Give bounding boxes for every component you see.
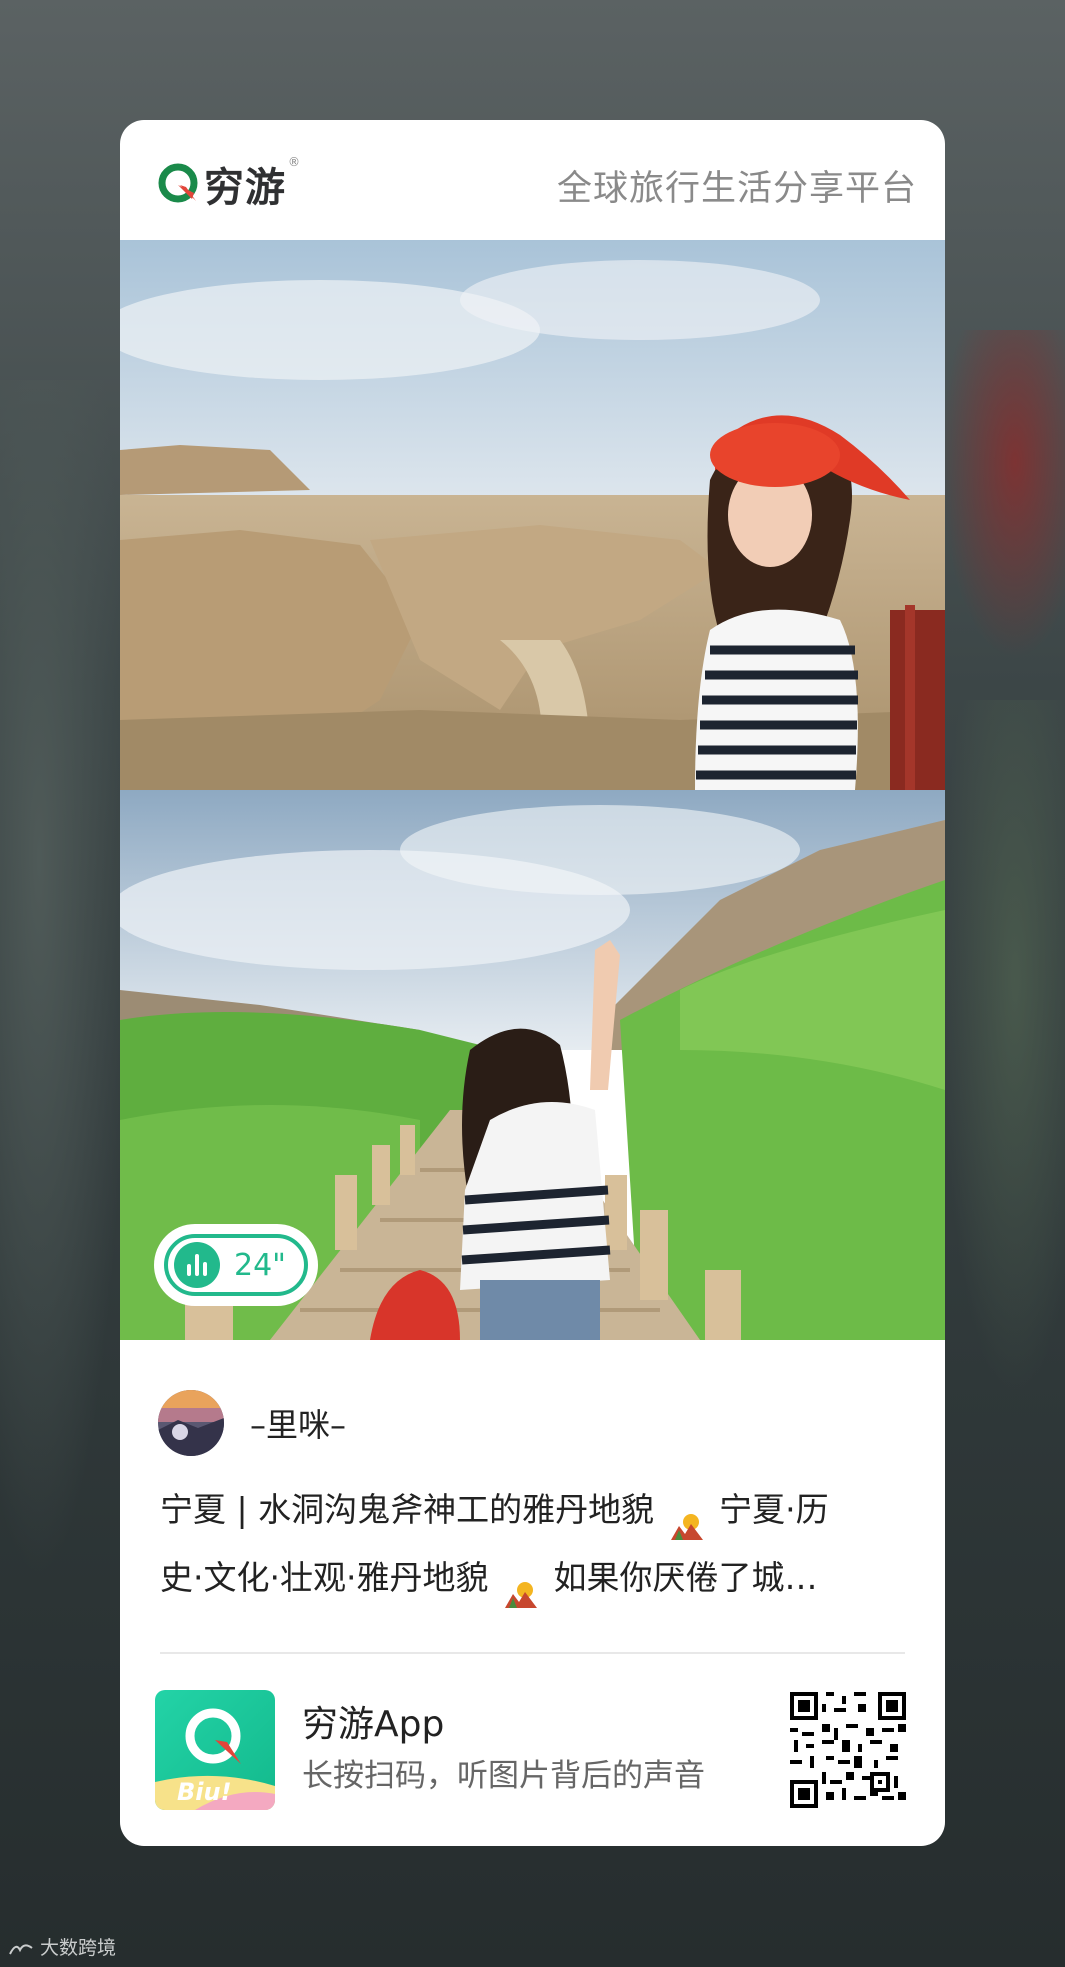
brand-slogan: 全球旅行生活分享平台 xyxy=(556,169,917,209)
description-text-2-tail: 如果你厌倦了城… xyxy=(542,1558,818,1597)
app-icon-label: Biu! xyxy=(177,1778,232,1806)
description-text-2: 史·文化·壮观·雅丹地貌 xyxy=(160,1558,499,1597)
background-blur-right-lower xyxy=(940,700,1065,1400)
share-card: 穷游 ® 全球旅行生活分享平台 24" –里咪– 宁夏 | 水洞沟鬼斧神工的雅丹… xyxy=(120,120,945,1846)
watermark-logo-icon xyxy=(8,1939,34,1955)
sound-wave-icon xyxy=(174,1242,220,1288)
brand-logo: 穷游 ® xyxy=(158,155,300,213)
description-text-1-tail: 宁夏·历 xyxy=(708,1490,829,1529)
app-icon[interactable]: Biu! xyxy=(155,1690,275,1810)
registered-mark: ® xyxy=(288,155,300,169)
app-title: 穷游App xyxy=(302,1704,445,1745)
audio-duration: 24" xyxy=(234,1247,286,1283)
card-header: 穷游 ® 全球旅行生活分享平台 xyxy=(120,120,945,240)
desert-icon xyxy=(503,1565,539,1608)
watermark: 大数跨境 xyxy=(8,1933,116,1960)
background-blur-right xyxy=(940,330,1065,660)
brand-name: 穷游 xyxy=(204,165,286,211)
watermark-text: 大数跨境 xyxy=(40,1937,117,1959)
description-line-2: 史·文化·壮观·雅丹地貌 如果你厌倦了城… xyxy=(160,1544,910,1612)
background-blur-left xyxy=(0,380,130,1580)
avatar[interactable] xyxy=(158,1390,224,1456)
author-name[interactable]: –里咪– xyxy=(250,1400,346,1446)
audio-badge-inner: 24" xyxy=(164,1234,308,1296)
app-subtitle: 长按扫码，听图片背后的声音 xyxy=(302,1758,705,1794)
post-description[interactable]: 宁夏 | 水洞沟鬼斧神工的雅丹地貌 宁夏·历 史·文化·壮观·雅丹地貌 如果你厌… xyxy=(160,1476,910,1612)
qr-code[interactable] xyxy=(790,1692,906,1808)
travel-photo-canyon xyxy=(120,240,945,790)
qyer-logo-icon xyxy=(158,163,200,205)
desert-icon xyxy=(669,1497,705,1540)
divider xyxy=(160,1652,905,1654)
description-line-1: 宁夏 | 水洞沟鬼斧神工的雅丹地貌 宁夏·历 xyxy=(160,1476,910,1544)
author-row[interactable]: –里咪– xyxy=(158,1390,346,1456)
audio-play-badge[interactable]: 24" xyxy=(158,1228,314,1302)
description-text-1: 宁夏 | 水洞沟鬼斧神工的雅丹地貌 xyxy=(160,1490,665,1529)
